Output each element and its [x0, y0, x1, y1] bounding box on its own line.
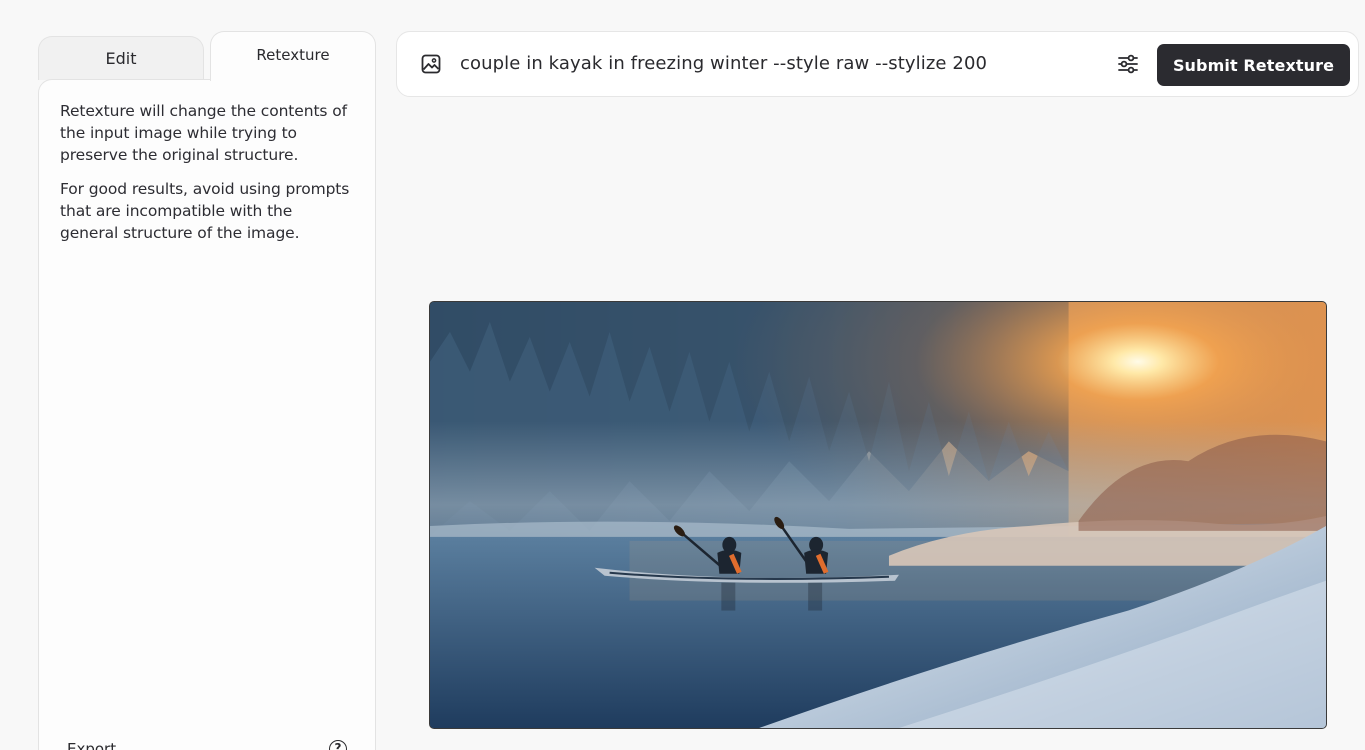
- panel-footer: Export ?: [67, 740, 347, 750]
- tab-edit[interactable]: Edit: [38, 36, 204, 80]
- help-icon[interactable]: ?: [329, 740, 347, 750]
- retexture-info-panel: Retexture will change the contents of th…: [38, 79, 376, 750]
- winter-kayak-image: [430, 302, 1326, 728]
- export-label[interactable]: Export: [67, 740, 116, 750]
- tab-retexture[interactable]: Retexture: [210, 31, 376, 81]
- image-icon: [421, 54, 441, 74]
- input-image-preview[interactable]: [429, 301, 1327, 729]
- retexture-app: Edit Retexture Retexture will change the…: [0, 0, 1365, 750]
- prompt-bar: couple in kayak in freezing winter --sty…: [396, 31, 1359, 97]
- prompt-input[interactable]: couple in kayak in freezing winter --sty…: [460, 53, 987, 74]
- info-paragraph-2: For good results, avoid using prompts th…: [60, 180, 350, 242]
- submit-retexture-button[interactable]: Submit Retexture: [1157, 44, 1350, 86]
- info-paragraph-1: Retexture will change the contents of th…: [60, 102, 347, 164]
- sliders-icon[interactable]: [1117, 53, 1139, 75]
